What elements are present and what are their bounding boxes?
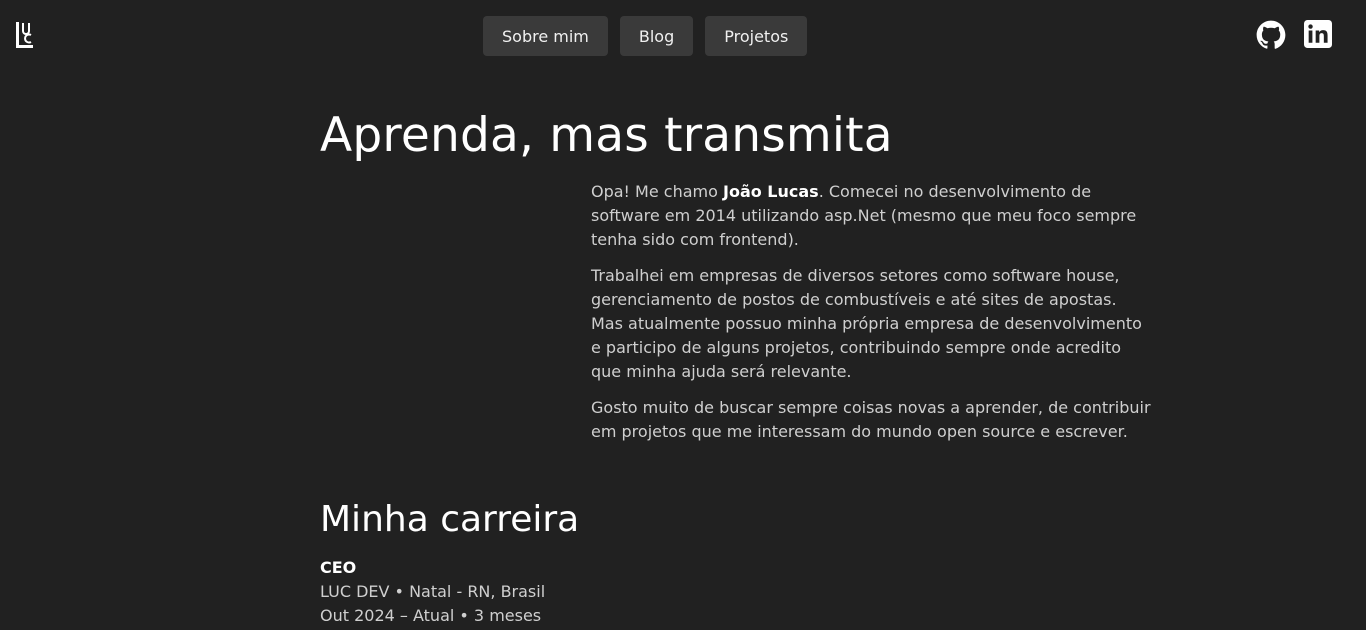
career-section: Minha carreira CEO LUC DEV • Natal - RN,… [320, 496, 1150, 628]
career-title: Minha carreira [320, 499, 580, 540]
about-intro-prefix: Opa! Me chamo [591, 182, 723, 201]
main-content: Aprenda, mas transmita Opa! Me chamo Joã… [320, 104, 1151, 625]
nav-blog[interactable]: Blog [619, 16, 694, 56]
luc-logo[interactable] [15, 20, 35, 50]
job-role: CEO [320, 558, 357, 577]
author-name: João Lucas [723, 182, 819, 201]
main-nav: Sobre mim Blog Projetos [483, 16, 808, 56]
linkedin-icon[interactable] [1304, 20, 1334, 50]
github-icon[interactable] [1256, 20, 1286, 50]
job-entry: CEO LUC DEV • Natal - RN, Brasil Out 202… [320, 556, 1150, 628]
page-title: Aprenda, mas transmita [320, 108, 893, 163]
about-paragraph-2: Trabalhei em empresas de diversos setore… [591, 266, 1142, 381]
social-links [1256, 20, 1334, 50]
job-company-location: LUC DEV • Natal - RN, Brasil [320, 582, 546, 601]
about-section: Opa! Me chamo João Lucas. Comecei no des… [591, 180, 1151, 456]
about-paragraph-1: Opa! Me chamo João Lucas. Comecei no des… [591, 180, 1151, 252]
top-navigation-bar: Sobre mim Blog Projetos [0, 0, 1366, 72]
job-period: Out 2024 – Atual • 3 meses [320, 606, 542, 625]
nav-projetos[interactable]: Projetos [705, 16, 808, 56]
about-paragraph-3: Gosto muito de buscar sempre coisas nova… [591, 398, 1151, 441]
nav-sobre-mim[interactable]: Sobre mim [483, 16, 608, 56]
